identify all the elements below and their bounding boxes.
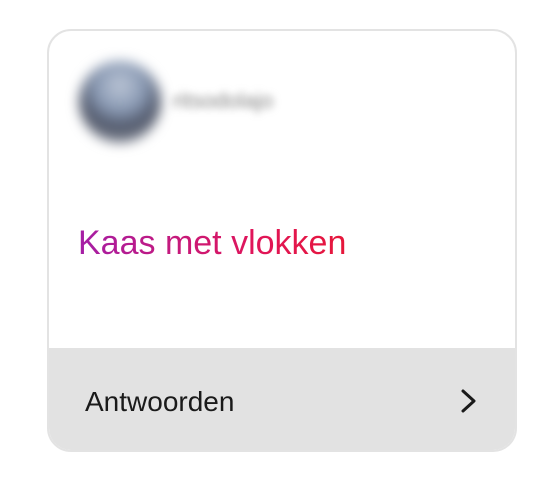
message-card: ritsodolajo Kaas met vlokken Antwoorden	[47, 29, 517, 452]
sender-header: ritsodolajo	[49, 31, 515, 151]
sender-avatar	[79, 61, 161, 143]
reply-button[interactable]: Antwoorden	[49, 348, 515, 450]
reply-label: Antwoorden	[85, 386, 235, 417]
message-text: Kaas met vlokken	[78, 224, 347, 262]
chevron-right-icon	[461, 389, 476, 413]
sender-username: ritsodolajo	[173, 88, 274, 113]
